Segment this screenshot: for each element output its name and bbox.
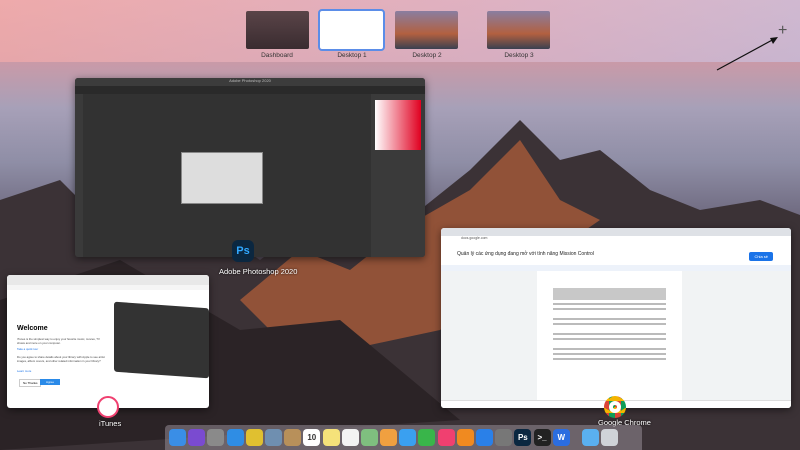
dock-system-preferences-icon[interactable] [495, 429, 513, 446]
agree-button[interactable]: Agree [40, 379, 61, 385]
doc-page [537, 271, 682, 403]
dock-music-icon[interactable] [437, 429, 455, 446]
chrome-window[interactable]: docs.google.com Quản lý các ứng dụng đan… [441, 228, 791, 408]
photoshop-window[interactable]: Adobe Photoshop 2020 [75, 78, 425, 257]
itunes-window[interactable]: Welcome iTunes is the simplest way to en… [7, 275, 209, 408]
dock-safari-icon[interactable] [226, 429, 244, 446]
dock-preview-icon[interactable] [264, 429, 282, 446]
dock: 10 Ps >_ W [165, 425, 642, 450]
learn-link[interactable]: Learn more [17, 369, 31, 373]
dock-books-icon[interactable] [456, 429, 474, 446]
dock-launchpad-icon[interactable] [207, 429, 225, 446]
tools-panel [75, 94, 83, 257]
doc-title: Quản lý các ứng dụng đang mở với tính nă… [457, 251, 594, 257]
welcome-heading: Welcome [17, 325, 48, 332]
itunes-icon [97, 396, 119, 418]
no-thanks-button[interactable]: No Thanks [19, 379, 42, 387]
dock-trash-icon[interactable] [601, 429, 619, 446]
privacy-text: Do you agree to share details about your… [17, 355, 105, 363]
dock-chrome-icon[interactable] [245, 429, 263, 446]
chrome-icon [604, 396, 626, 418]
dock-finder-icon[interactable] [169, 429, 186, 446]
tour-link[interactable]: Take a quick tour [17, 347, 38, 351]
address-bar[interactable]: docs.google.com [441, 236, 791, 243]
dock-siri-icon[interactable] [188, 429, 206, 446]
dock-calendar-icon[interactable]: 10 [303, 429, 321, 446]
photoshop-label: Adobe Photoshop 2020 [219, 267, 298, 276]
dock-terminal-icon[interactable]: >_ [533, 429, 551, 446]
itunes-label: iTunes [99, 419, 122, 428]
panels [371, 94, 425, 257]
dock-messages-icon[interactable] [399, 429, 417, 446]
dock-notes-icon[interactable] [322, 429, 340, 446]
dock-facetime-icon[interactable] [418, 429, 436, 446]
dock-reminders-icon[interactable] [341, 429, 359, 446]
dock-app-store-icon[interactable] [476, 429, 493, 446]
welcome-text: iTunes is the simplest way to enjoy your… [17, 337, 100, 345]
dock-wps-icon[interactable]: W [552, 429, 570, 446]
laptop-image [114, 301, 209, 379]
canvas-image [181, 152, 263, 204]
dock-photoshop-icon[interactable]: Ps [514, 429, 532, 446]
dock-photos-icon[interactable] [380, 429, 398, 446]
share-button[interactable]: Chia sẻ [749, 252, 773, 261]
dock-downloads-icon[interactable] [581, 429, 599, 446]
window-title: Adobe Photoshop 2020 [75, 78, 425, 86]
photoshop-icon: Ps [232, 240, 254, 262]
dock-maps-icon[interactable] [360, 429, 378, 446]
dock-notefile-icon[interactable] [284, 429, 302, 446]
